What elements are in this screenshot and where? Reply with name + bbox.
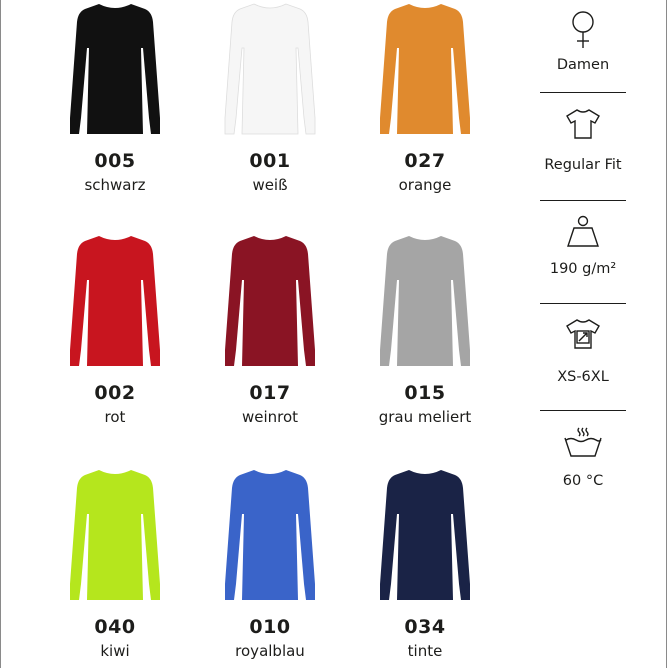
color-code: 002 [94,382,136,404]
feature-label: 60 °C [562,473,604,489]
color-swatch-item[interactable]: 005 schwarz [40,0,190,194]
color-swatch-item[interactable]: 001 weiß [195,0,345,194]
color-name: schwarz [84,176,146,194]
color-code: 017 [249,382,291,404]
divider [540,92,626,93]
color-name: orange [398,176,452,194]
longsleeve-shirt-image [380,4,470,134]
color-code: 027 [404,150,446,172]
longsleeve-shirt-image [70,236,160,366]
feature-gender: Damen [518,8,648,74]
feature-weight: 190 g/m² [518,214,648,278]
feature-label: XS-6XL [557,369,609,385]
weight-icon [567,215,599,247]
color-name: kiwi [100,642,130,660]
color-name: weinrot [241,408,299,426]
feature-label: Regular Fit [544,157,622,173]
color-name: tinte [407,642,443,660]
longsleeve-shirt-image [70,470,160,600]
longsleeve-shirt-image [380,470,470,600]
longsleeve-shirt-image [380,236,470,366]
color-name: grau meliert [378,408,472,426]
color-name: weiß [252,176,288,194]
color-code: 005 [94,150,136,172]
longsleeve-shirt-image [225,236,315,366]
color-name: royalblau [235,642,305,660]
color-swatch-item[interactable]: 027 orange [350,0,500,194]
longsleeve-shirt-image [70,4,160,134]
color-name: rot [104,408,126,426]
color-swatch-item[interactable]: 034 tinte [350,466,500,660]
color-grid: 005 schwarz 001 weiß 027 orange 002 rot … [40,0,500,668]
color-swatch-item[interactable]: 040 kiwi [40,466,190,660]
product-features-sidebar: Damen Regular Fit 190 g/m² XS-6XL 60 °C [518,0,648,668]
wash-60-icon [564,427,602,457]
color-code: 001 [249,150,291,172]
feature-wash: 60 °C [518,424,648,490]
longsleeve-shirt-image [224,3,316,135]
divider [540,303,626,304]
color-code: 034 [404,616,446,638]
color-code: 040 [94,616,136,638]
divider [540,200,626,201]
longsleeve-shirt-image [225,470,315,600]
color-code: 010 [249,616,291,638]
frame-border-right [666,0,667,668]
feature-fit: Regular Fit [518,104,648,174]
feature-label: 190 g/m² [549,261,617,277]
color-swatch-item[interactable]: 015 grau meliert [350,232,500,426]
size-range-icon [566,319,600,349]
color-swatch-item[interactable]: 010 royalblau [195,466,345,660]
feature-sizes: XS-6XL [518,314,648,386]
color-swatch-item[interactable]: 002 rot [40,232,190,426]
frame-border-left [0,0,1,668]
divider [540,410,626,411]
color-code: 015 [404,382,446,404]
female-symbol-icon [572,11,594,48]
color-swatch-item[interactable]: 017 weinrot [195,232,345,426]
tshirt-fit-icon [566,109,600,139]
feature-label: Damen [556,57,610,73]
